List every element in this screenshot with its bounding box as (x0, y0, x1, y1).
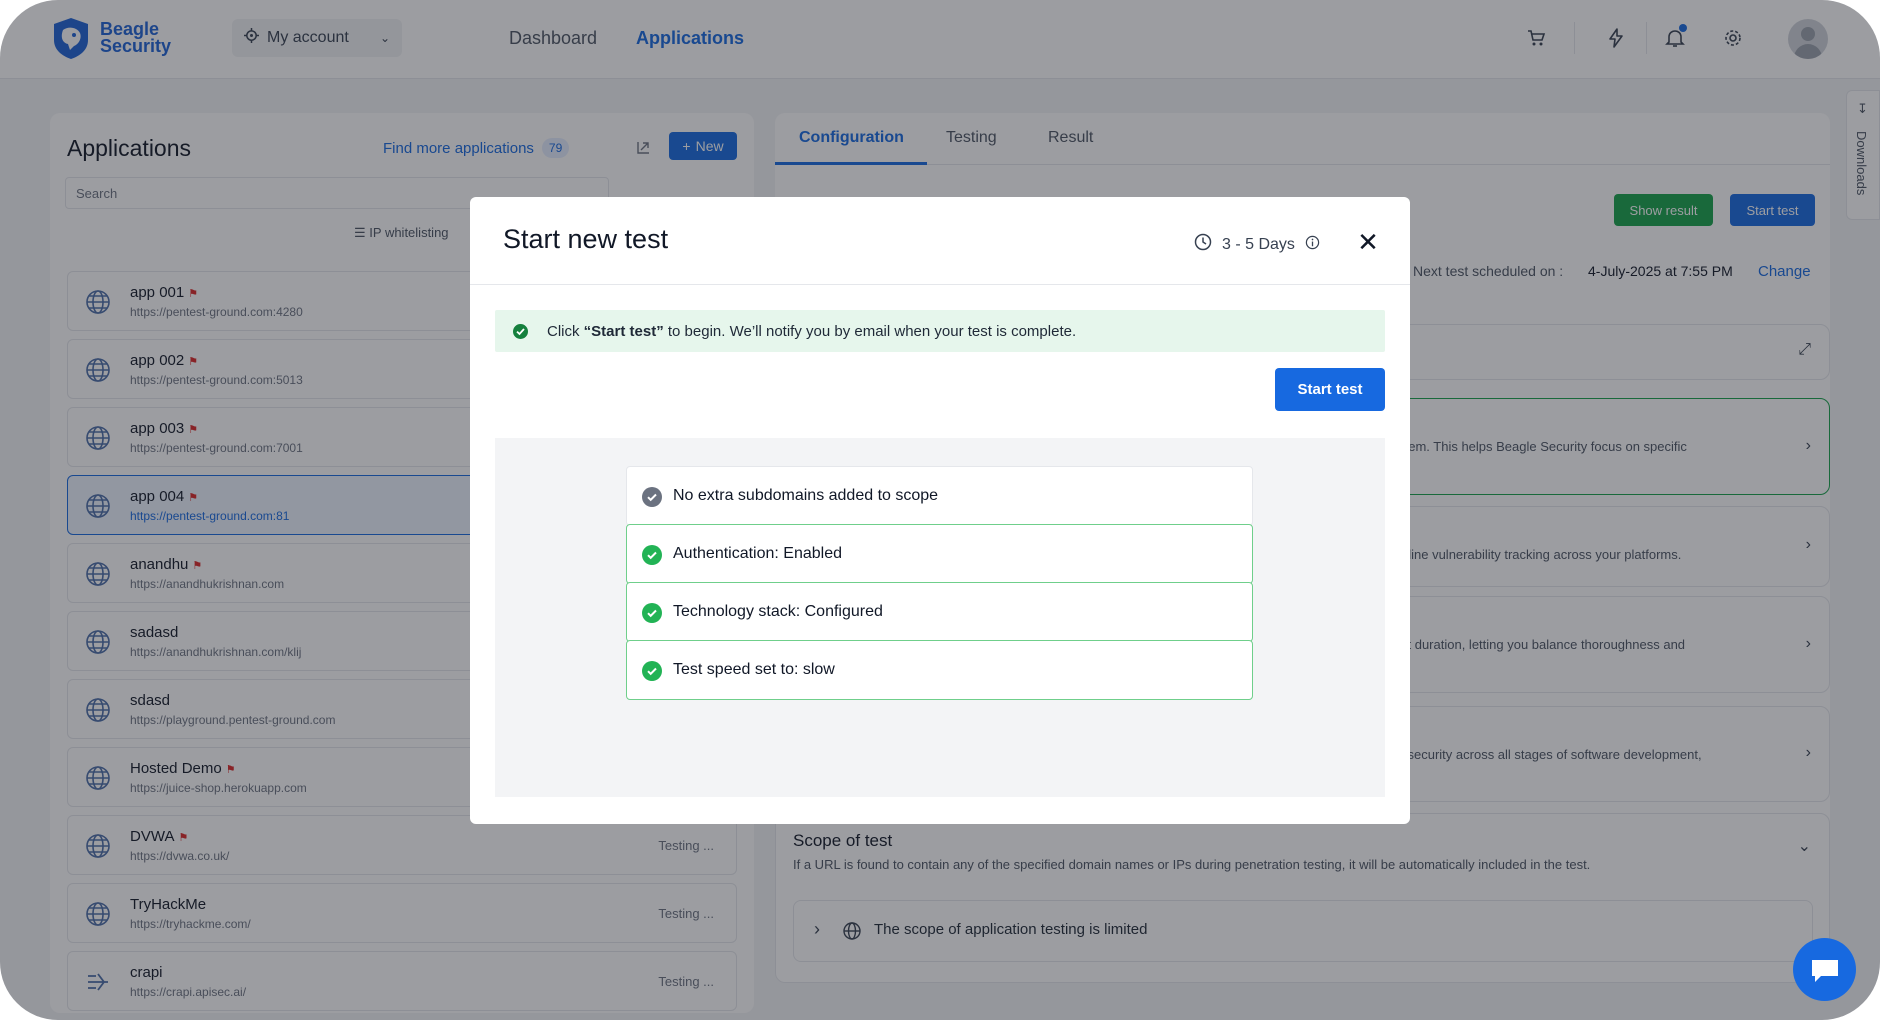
close-icon[interactable]: ✕ (1356, 229, 1380, 255)
divider (470, 284, 1410, 285)
check-item-authentication: Authentication: Enabled (626, 524, 1253, 584)
duration-text: 3 - 5 Days (1222, 235, 1295, 253)
check-circle-icon (642, 603, 662, 623)
clock-icon (1194, 233, 1212, 256)
info-alert: Click “Start test” to begin. We’ll notif… (495, 310, 1385, 352)
check-circle-icon (642, 661, 662, 681)
start-new-test-dialog: Start new test 3 - 5 Days ✕ Click “Start… (470, 197, 1410, 824)
check-item-speed: Test speed set to: slow (626, 640, 1253, 700)
start-test-button[interactable]: Start test (1275, 368, 1385, 411)
check-item-subdomains: No extra subdomains added to scope (626, 466, 1253, 526)
chat-button[interactable] (1793, 938, 1856, 1001)
check-circle-icon (642, 487, 662, 507)
checklist: No extra subdomains added to scope Authe… (495, 438, 1385, 797)
check-circle-icon (642, 545, 662, 565)
app-window: Beagle Security My account ⌄ Dashboard A… (0, 0, 1880, 1020)
check-circle-icon (513, 324, 528, 339)
dialog-title: Start new test (503, 224, 669, 254)
info-icon[interactable] (1305, 235, 1320, 255)
duration-estimate: 3 - 5 Days (1194, 233, 1320, 256)
check-item-technology: Technology stack: Configured (626, 582, 1253, 642)
chat-icon (1811, 959, 1838, 982)
